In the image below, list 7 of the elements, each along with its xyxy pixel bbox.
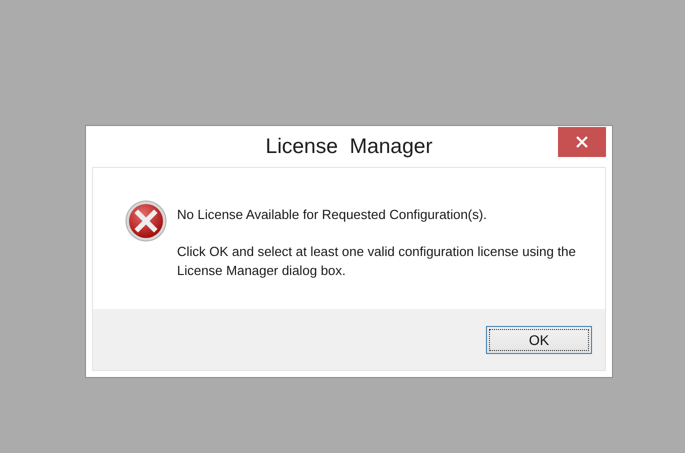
error-icon xyxy=(125,200,167,242)
close-icon xyxy=(575,135,589,149)
error-heading: No License Available for Requested Configuration(s). xyxy=(177,206,488,224)
error-message: Click OK and select at least one valid configuration license using the License Manager dialog box. xyxy=(177,243,577,280)
window-title: License Manager xyxy=(266,134,432,159)
close-button[interactable] xyxy=(558,127,606,157)
ok-button[interactable]: OK xyxy=(486,326,592,354)
